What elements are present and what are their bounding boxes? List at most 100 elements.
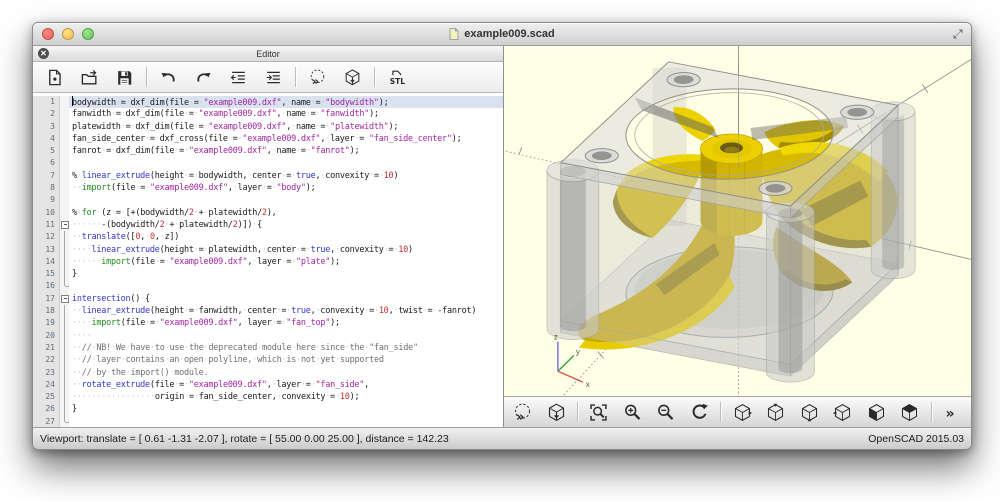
code-text: intersection()·{ <box>69 293 503 305</box>
render-button[interactable] <box>335 64 370 90</box>
view-back-button[interactable] <box>893 399 927 425</box>
code-line-7[interactable]: 7%·linear_extrude(height·=·bodywidth,·ce… <box>33 170 503 182</box>
line-number: 19 <box>33 317 60 329</box>
unindent-button[interactable] <box>221 64 256 90</box>
code-text: ··linear_extrude(height·=·fanwidth,·cent… <box>69 305 503 317</box>
code-line-10[interactable]: 10%·for·(z·=·[+(bodywidth/2·+·platewidth… <box>33 207 503 219</box>
window-title: example009.scad <box>449 28 555 40</box>
code-line-16[interactable]: 16 <box>33 280 503 292</box>
view-more-button[interactable]: » <box>936 399 970 425</box>
close-window-button[interactable] <box>42 28 54 40</box>
code-line-17[interactable]: 17intersection()·{ <box>33 293 503 305</box>
svg-text:»: » <box>516 409 524 422</box>
code-text: } <box>69 403 503 415</box>
code-line-15[interactable]: 15} <box>33 268 503 280</box>
axis-label-y: y <box>576 348 580 357</box>
fold-marker-end <box>60 416 69 427</box>
zoom-all-button[interactable] <box>582 399 616 425</box>
redo-button[interactable] <box>186 64 221 90</box>
line-number: 12 <box>33 231 60 243</box>
code-line-23[interactable]: 23··//·by·the·import()·module. <box>33 367 503 379</box>
code-line-27[interactable]: 27 <box>33 416 503 427</box>
code-line-22[interactable]: 22··//·layer·contains·an·open·polyline,·… <box>33 354 503 366</box>
zoom-out-button[interactable] <box>649 399 683 425</box>
svg-text:»: » <box>945 405 954 421</box>
code-line-11[interactable]: 11······-(bodywidth/2·+·platewidth/2)])·… <box>33 219 503 231</box>
render-cube-icon <box>546 402 567 423</box>
view-front-button[interactable] <box>859 399 893 425</box>
preview-button[interactable]: » <box>300 64 335 90</box>
line-number: 18 <box>33 305 60 317</box>
code-text: ······-(bodywidth/2·+·platewidth/2)])·{ <box>69 219 503 231</box>
render-button[interactable] <box>540 399 574 425</box>
fold-marker-line <box>60 342 69 354</box>
code-line-19[interactable]: 19····import(file·=·"example009.dxf",·la… <box>33 317 503 329</box>
code-line-8[interactable]: 8··import(file·=·"example009.dxf",·layer… <box>33 182 503 194</box>
code-line-20[interactable]: 20···· <box>33 330 503 342</box>
code-line-25[interactable]: 25·················origin·=·fan_side_cen… <box>33 391 503 403</box>
indent-button[interactable] <box>256 64 291 90</box>
line-number: 9 <box>33 194 60 206</box>
3d-viewport-canvas[interactable]: z y x <box>504 46 971 396</box>
close-editor-panel-button[interactable]: ✕ <box>38 48 49 59</box>
code-line-13[interactable]: 13····linear_extrude(height·=·platewidth… <box>33 244 503 256</box>
code-line-21[interactable]: 21 ··//·NB!·We·have·to·use·the·deprecated… <box>33 342 503 354</box>
code-line-12[interactable]: 12 ··translate([0,·0,·z]) <box>33 231 503 243</box>
fold-margin <box>60 182 69 194</box>
code-text <box>69 194 503 206</box>
code-editor[interactable]: 1bodywidth·=·dxf_dim(file·=·"example009.… <box>33 93 503 427</box>
redo-icon <box>194 68 213 87</box>
open-button[interactable] <box>72 64 107 90</box>
new-file-button[interactable] <box>37 64 72 90</box>
code-line-2[interactable]: 2fanwidth·=·dxf_dim(file·=·"example009.d… <box>33 108 503 120</box>
svg-text:»: » <box>312 74 320 87</box>
fold-margin <box>60 194 69 206</box>
save-icon <box>115 68 134 87</box>
view-top-button[interactable] <box>759 399 793 425</box>
code-line-9[interactable]: 9 <box>33 194 503 206</box>
resize-icon[interactable] <box>952 28 964 40</box>
reset-view-button[interactable] <box>683 399 717 425</box>
3d-scene[interactable]: z y x <box>504 46 971 396</box>
code-text: fanrot·=·dxf_dim(file·=·"example009.dxf"… <box>69 145 503 157</box>
line-number: 26 <box>33 403 60 415</box>
code-text <box>69 157 503 169</box>
code-line-26[interactable]: 26} <box>33 403 503 415</box>
save-button[interactable] <box>107 64 142 90</box>
code-line-3[interactable]: 3platewidth·=·dxf_dim(file·=·"example009… <box>33 121 503 133</box>
line-number: 16 <box>33 280 60 292</box>
fold-marker-open[interactable] <box>60 219 69 231</box>
editor-panel-header[interactable]: ✕ Editor <box>33 46 503 62</box>
zoom-window-button[interactable] <box>82 28 94 40</box>
code-line-5[interactable]: 5fanrot·=·dxf_dim(file·=·"example009.dxf… <box>33 145 503 157</box>
zoom-all-icon <box>588 402 609 423</box>
code-line-24[interactable]: 24··rotate_extrude(file·=·"example009.dx… <box>33 379 503 391</box>
code-line-4[interactable]: 4fan_side_center·=·dxf_cross(file·=·"exa… <box>33 133 503 145</box>
code-line-1[interactable]: 1bodywidth·=·dxf_dim(file·=·"example009.… <box>33 96 503 108</box>
preview-icon: » <box>512 402 533 423</box>
minimize-window-button[interactable] <box>62 28 74 40</box>
code-text: } <box>69 268 503 280</box>
code-line-14[interactable]: 14······import(file·=·"example009.dxf",·… <box>33 256 503 268</box>
fold-marker-line <box>60 305 69 317</box>
zoom-in-button[interactable] <box>616 399 650 425</box>
code-line-6[interactable]: 6 <box>33 157 503 169</box>
view-left-button[interactable] <box>826 399 860 425</box>
fold-margin <box>60 157 69 169</box>
title-bar[interactable]: example009.scad <box>33 23 971 46</box>
code-text: ··translate([0,·0,·z]) <box>69 231 503 243</box>
export-stl-button[interactable]: STL <box>379 64 414 90</box>
view-bottom-button[interactable] <box>792 399 826 425</box>
line-number: 8 <box>33 182 60 194</box>
preview-button[interactable]: » <box>506 399 540 425</box>
view-right-button[interactable] <box>725 399 759 425</box>
code-line-18[interactable]: 18 ··linear_extrude(height·=·fanwidth,·ce… <box>33 305 503 317</box>
unindent-icon <box>229 68 248 87</box>
fold-marker-open[interactable] <box>60 293 69 305</box>
undo-button[interactable] <box>151 64 186 90</box>
code-text: ··//·NB!·We·have·to·use·the·deprecated·m… <box>69 342 503 354</box>
more-icon: » <box>942 402 963 423</box>
line-number: 21 <box>33 342 60 354</box>
line-number: 20 <box>33 330 60 342</box>
stl-icon: STL <box>387 68 406 87</box>
